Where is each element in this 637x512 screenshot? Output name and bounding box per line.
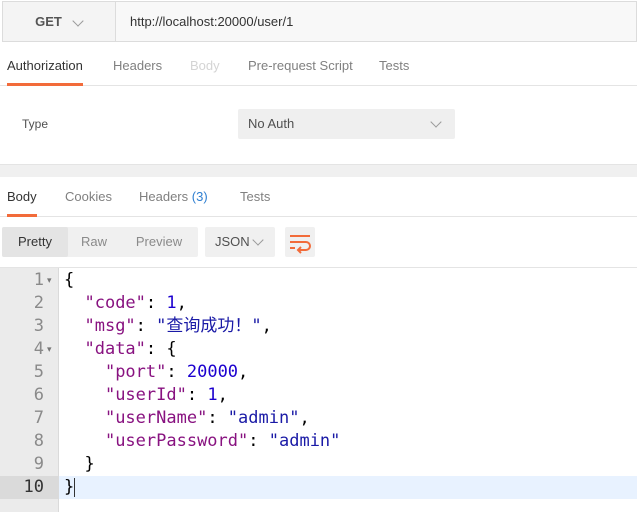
chevron-down-icon [74,17,83,26]
code-value: 1 [166,293,177,313]
response-tabs: Body Cookies Headers (3) Tests [0,178,637,217]
section-divider [0,165,637,177]
tab-response-headers[interactable]: Headers (3) [139,178,208,216]
port-value: 20000 [186,362,239,382]
method-label: GET [35,14,62,29]
code-line: { [64,270,75,290]
code-line: } [64,454,95,474]
line-number-gutter: 1 ▾ 2 3 4 ▾ 5 6 7 8 9 10 [0,268,59,512]
chevron-down-icon [432,118,441,127]
url-text: http://localhost:20000/user/1 [130,14,294,29]
line-number: 8 [33,431,44,451]
code-area[interactable]: { "code": 1, "msg": "查询成功！", "data": { "… [59,268,637,512]
preview-button[interactable]: Preview [120,227,198,257]
response-body-editor[interactable]: 1 ▾ 2 3 4 ▾ 5 6 7 8 9 10 { "code": 1, "m… [0,267,637,512]
line-number: 2 [33,293,44,313]
line-number: 1 [33,270,44,290]
authorization-panel: Type No Auth [0,86,637,165]
headers-count-badge: (3) [191,189,208,204]
userpassword-value: admin [278,431,331,451]
auth-type-select[interactable]: No Auth [238,109,455,139]
username-value: admin [238,408,290,428]
tab-tests[interactable]: Tests [379,47,409,85]
chevron-down-icon [254,236,263,245]
code-line: "userName": "admin", [104,408,310,428]
raw-button[interactable]: Raw [68,227,120,257]
wrap-lines-button[interactable] [285,227,315,257]
pretty-button[interactable]: Pretty [2,227,68,257]
tab-authorization[interactable]: Authorization [7,47,83,86]
line-number-active: 10 [0,476,58,499]
response-headers-label: Headers [139,189,189,204]
code-line: "userId": 1, [104,385,228,405]
fold-toggle-icon[interactable]: ▾ [47,269,55,292]
tab-body[interactable]: Body [190,47,220,85]
url-input[interactable]: http://localhost:20000/user/1 [116,1,637,42]
line-number: 4 [33,339,44,359]
userid-value: 1 [207,385,218,405]
request-tabs: Authorization Headers Body Pre-request S… [0,47,637,86]
fold-toggle-icon[interactable]: ▾ [47,338,55,361]
code-line: "userPassword": "admin" [104,431,341,451]
method-select[interactable]: GET [2,1,116,42]
auth-type-value: No Auth [248,116,295,131]
msg-value: 查询成功！ [166,316,252,336]
auth-type-label: Type [22,117,49,131]
tab-prerequest-script[interactable]: Pre-request Script [248,47,353,85]
format-toolbar: Pretty Raw Preview JSON [0,217,637,265]
wrap-lines-icon [290,235,311,254]
language-select[interactable]: JSON [205,227,275,257]
code-line: "port": 20000, [104,362,249,382]
line-number: 6 [33,385,44,405]
code-line-active: } [59,476,637,499]
tab-response-tests[interactable]: Tests [240,178,270,216]
code-line: "msg": "查询成功！", [84,316,272,336]
tab-headers[interactable]: Headers [113,47,162,85]
line-number: 3 [33,316,44,336]
line-number: 9 [33,454,44,474]
tab-response-body[interactable]: Body [7,178,37,217]
line-number: 7 [33,408,44,428]
code-line: "data": { [84,339,177,359]
request-bar: GET http://localhost:20000/user/1 [0,0,637,43]
code-line: "code": 1, [84,293,187,313]
line-number: 5 [33,362,44,382]
text-cursor [74,478,75,497]
language-value: JSON [215,234,250,249]
tab-cookies[interactable]: Cookies [65,178,112,216]
view-mode-group: Pretty Raw Preview [2,227,198,257]
